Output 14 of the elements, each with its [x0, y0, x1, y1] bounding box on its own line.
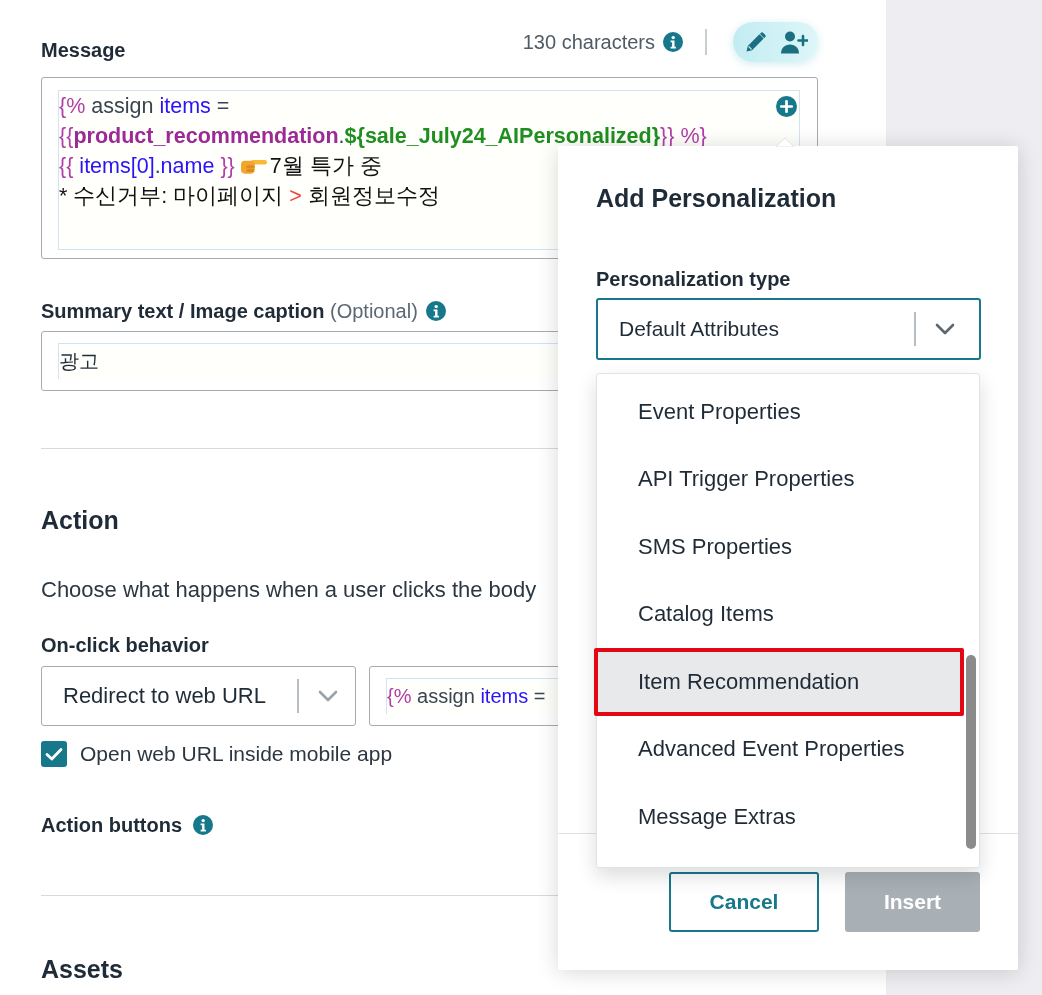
field-label: Message	[41, 38, 126, 62]
field-label: Summary text / Image caption (Optional)	[41, 299, 418, 323]
checkbox-label: Open web URL inside mobile app	[80, 742, 393, 766]
section-heading: Action	[41, 505, 119, 535]
field-label: Personalization type	[596, 267, 791, 291]
message-text: {{ items[0].name }}	[59, 156, 236, 176]
character-count: 130 characters	[522, 30, 655, 54]
message-text: * 수신거부: 마이페이지 > 회원정보수정	[59, 186, 440, 206]
section-description: Choose what happens when a user clicks the body	[41, 577, 537, 603]
section-heading: Assets	[41, 954, 123, 984]
message-text: {% assign items =	[59, 96, 230, 116]
field-label: On-click behavior	[41, 633, 209, 657]
message-text: 7월 특가 중	[269, 156, 382, 176]
field-label: Action buttons	[41, 813, 183, 837]
